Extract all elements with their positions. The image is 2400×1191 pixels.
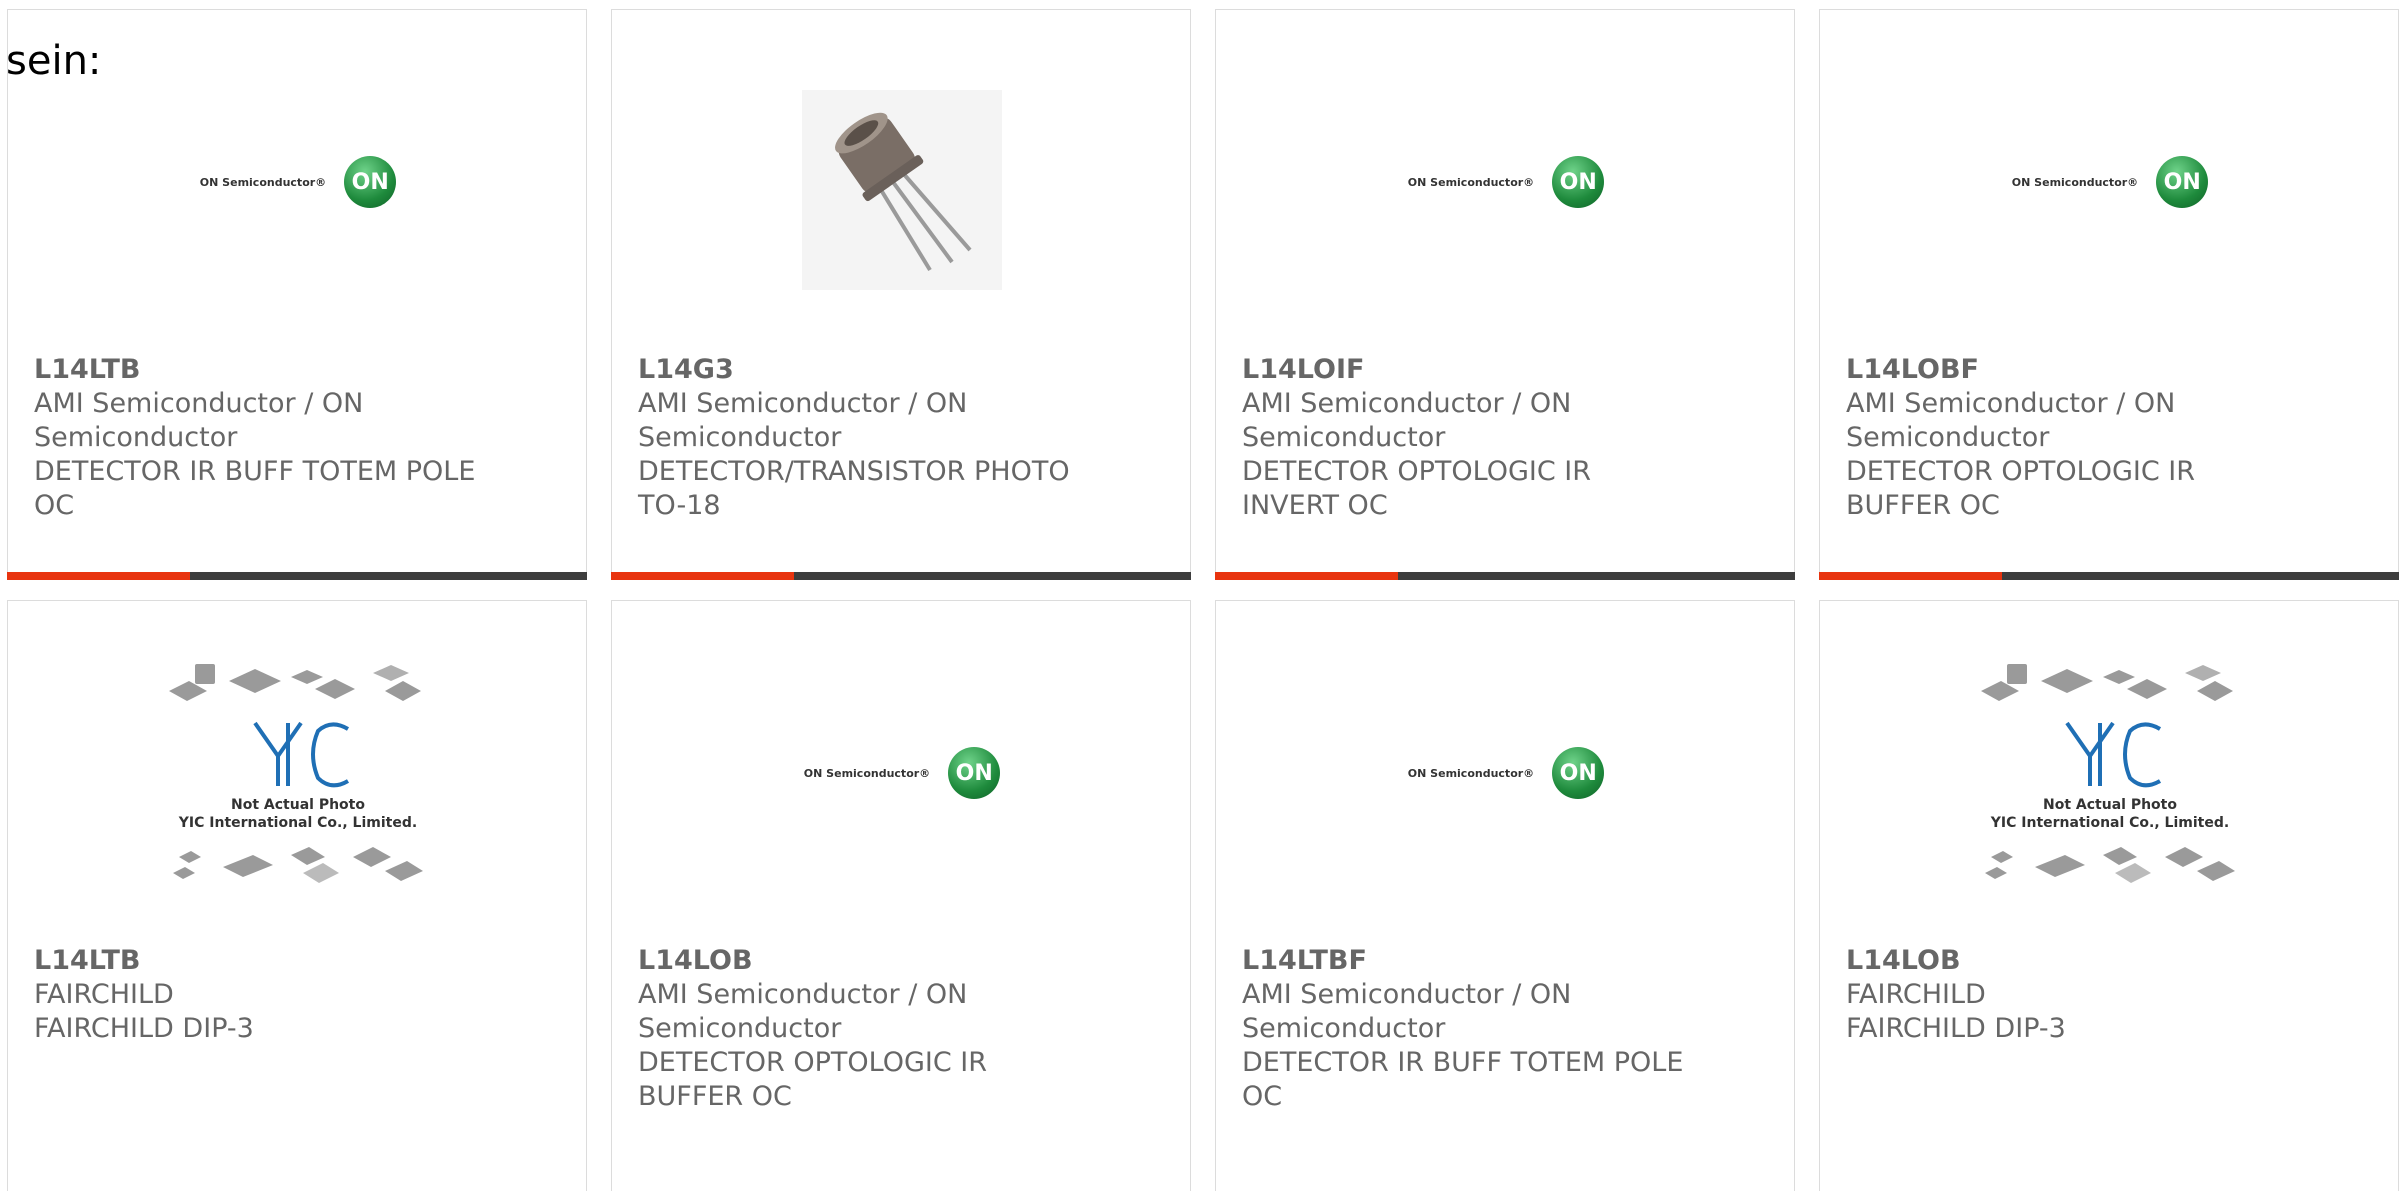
svg-text:Not Actual Photo: Not Actual Photo: [2043, 797, 2177, 813]
card-bar: [1215, 572, 1795, 580]
product-info: L14LTB AMI Semiconductor / ON Semiconduct…: [34, 353, 486, 523]
product-info: L14LOIF AMI Semiconductor / ON Semiconduc…: [1242, 353, 1694, 523]
svg-text:YIC International Co., Limited: YIC International Co., Limited.: [1990, 815, 2229, 831]
product-image[interactable]: ON Semiconductor® ON: [1216, 661, 1796, 901]
package: FAIRCHILD DIP-3: [1846, 1013, 2066, 1044]
description: DETECTOR/TRANSISTOR PHOTO TO-18: [638, 456, 1070, 521]
yic-placeholder-image: Not Actual Photo YIC International Co., …: [169, 664, 423, 883]
part-number-link[interactable]: L14LTBF: [1242, 944, 1694, 978]
manufacturer: AMI Semiconductor / ON Semiconductor: [1242, 388, 1572, 453]
product-info: L14LOB AMI Semiconductor / ON Semiconduct…: [638, 944, 1090, 1114]
card-bar: [7, 572, 587, 580]
part-number-link[interactable]: L14LTB: [34, 944, 486, 978]
card-bar: [611, 572, 1191, 580]
part-number-link[interactable]: L14LTB: [34, 353, 486, 387]
on-semi-logo: ON Semiconductor® ON: [1408, 747, 1605, 799]
on-semi-logo: ON Semiconductor® ON: [804, 747, 1001, 799]
product-image[interactable]: Not Actual Photo YIC International Co., …: [1820, 661, 2400, 901]
card-bar: [1819, 572, 2399, 580]
product-card[interactable]: ON Semiconductor® ON L14LTBF AMI Semicon…: [1215, 600, 1795, 1191]
product-card[interactable]: Not Actual Photo YIC International Co., …: [1819, 600, 2399, 1191]
description: DETECTOR OPTOLOGIC IR BUFFER OC: [638, 1047, 987, 1112]
on-semi-logo: ON Semiconductor® ON: [2012, 156, 2209, 208]
part-number-link[interactable]: L14LOB: [1846, 944, 2298, 978]
product-grid: ON Semiconductor® ON L14LTB AMI Semicond…: [7, 9, 2399, 1191]
yic-placeholder-image: Not Actual Photo YIC International Co., …: [1981, 664, 2235, 883]
product-info: L14LOBF AMI Semiconductor / ON Semiconduc…: [1846, 353, 2298, 523]
card-bar-accent: [1215, 572, 1398, 580]
product-image[interactable]: ON Semiconductor® ON: [8, 70, 588, 310]
part-number-link[interactable]: L14LOB: [638, 944, 1090, 978]
product-image[interactable]: [612, 70, 1192, 310]
card-bar-accent: [7, 572, 190, 580]
product-card[interactable]: ON Semiconductor® ON L14LTB AMI Semicond…: [7, 9, 587, 580]
svg-text:YIC International Co., Limited: YIC International Co., Limited.: [178, 815, 417, 831]
part-number-link[interactable]: L14G3: [638, 353, 1090, 387]
manufacturer: AMI Semiconductor / ON Semiconductor: [638, 979, 968, 1044]
product-card[interactable]: L14G3 AMI Semiconductor / ON Semiconducto…: [611, 9, 1191, 580]
product-card[interactable]: ON Semiconductor® ON L14LOB AMI Semicond…: [611, 600, 1191, 1191]
package: FAIRCHILD DIP-3: [34, 1013, 254, 1044]
manufacturer: AMI Semiconductor / ON Semiconductor: [638, 388, 968, 453]
description: DETECTOR IR BUFF TOTEM POLE OC: [34, 456, 476, 521]
card-bar-accent: [1819, 572, 2002, 580]
svg-text:Not Actual Photo: Not Actual Photo: [231, 797, 365, 813]
product-info: L14LTBF AMI Semiconductor / ON Semiconduc…: [1242, 944, 1694, 1114]
product-image[interactable]: ON Semiconductor® ON: [1820, 70, 2400, 310]
description: DETECTOR OPTOLOGIC IR BUFFER OC: [1846, 456, 2195, 521]
manufacturer: AMI Semiconductor / ON Semiconductor: [34, 388, 364, 453]
part-number-link[interactable]: L14LOBF: [1846, 353, 2298, 387]
product-image[interactable]: ON Semiconductor® ON: [1216, 70, 1796, 310]
manufacturer: FAIRCHILD: [34, 979, 174, 1010]
on-semi-logo: ON Semiconductor® ON: [200, 156, 397, 208]
product-info: L14LOB FAIRCHILD FAIRCHILD DIP-3: [1846, 944, 2298, 1046]
description: DETECTOR IR BUFF TOTEM POLE OC: [1242, 1047, 1684, 1112]
manufacturer: AMI Semiconductor / ON Semiconductor: [1242, 979, 1572, 1044]
part-number-link[interactable]: L14LOIF: [1242, 353, 1694, 387]
on-semi-logo: ON Semiconductor® ON: [1408, 156, 1605, 208]
product-image[interactable]: ON Semiconductor® ON: [612, 661, 1192, 901]
product-card[interactable]: ON Semiconductor® ON L14LOBF AMI Semicon…: [1819, 9, 2399, 580]
product-info: L14LTB FAIRCHILD FAIRCHILD DIP-3: [34, 944, 486, 1046]
product-card[interactable]: ON Semiconductor® ON L14LOIF AMI Semicon…: [1215, 9, 1795, 580]
product-card[interactable]: Not Actual Photo YIC International Co., …: [7, 600, 587, 1191]
intro-text: sein:: [6, 38, 102, 84]
card-bar-accent: [611, 572, 794, 580]
manufacturer: FAIRCHILD: [1846, 979, 1986, 1010]
manufacturer: AMI Semiconductor / ON Semiconductor: [1846, 388, 2176, 453]
product-image[interactable]: Not Actual Photo YIC International Co., …: [8, 661, 588, 901]
product-info: L14G3 AMI Semiconductor / ON Semiconducto…: [638, 353, 1090, 523]
phototransistor-photo: [802, 90, 1002, 290]
description: DETECTOR OPTOLOGIC IR INVERT OC: [1242, 456, 1591, 521]
